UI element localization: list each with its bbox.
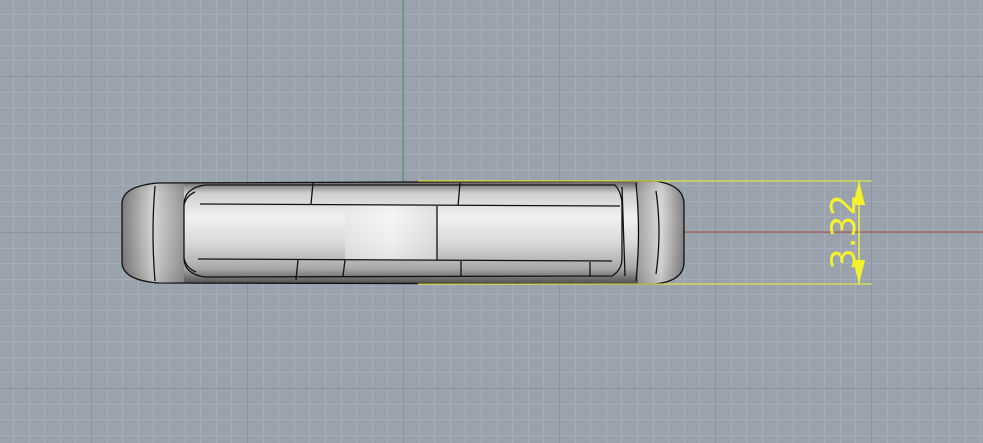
viewport-canvas[interactable]: 3.32 [0,0,983,443]
ring-right-facet [638,181,684,284]
front-viewport[interactable]: 3.32 [0,0,983,443]
dimension-value-label[interactable]: 3.32 [824,194,864,270]
ring-model[interactable] [121,180,685,285]
ring-center-highlight [345,205,437,260]
